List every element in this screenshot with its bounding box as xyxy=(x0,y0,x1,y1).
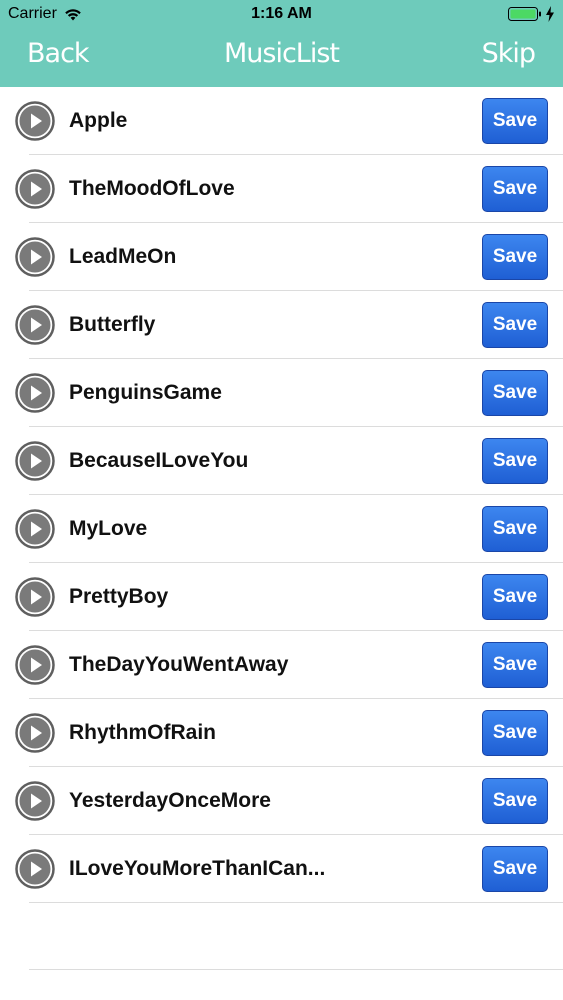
save-button[interactable]: Save xyxy=(482,370,548,416)
play-icon xyxy=(15,305,55,345)
save-button[interactable]: Save xyxy=(482,778,548,824)
song-title: YesterdayOnceMore xyxy=(69,789,271,812)
play-button[interactable] xyxy=(15,373,55,413)
save-button[interactable]: Save xyxy=(482,302,548,348)
list-divider xyxy=(29,969,563,970)
song-title: RhythmOfRain xyxy=(69,721,216,744)
list-item[interactable]: LeadMeOn Save xyxy=(0,223,563,291)
nav-bar: Back MusicList Skip xyxy=(0,30,563,87)
play-button[interactable] xyxy=(15,441,55,481)
list-item[interactable]: BecauseILoveYou Save xyxy=(0,427,563,495)
play-button[interactable] xyxy=(15,101,55,141)
save-button[interactable]: Save xyxy=(482,166,548,212)
play-button[interactable] xyxy=(15,577,55,617)
song-title: LeadMeOn xyxy=(69,245,177,268)
play-icon xyxy=(15,237,55,277)
play-button[interactable] xyxy=(15,509,55,549)
play-button[interactable] xyxy=(15,305,55,345)
play-button[interactable] xyxy=(15,849,55,889)
play-icon xyxy=(15,509,55,549)
list-item[interactable]: TheMoodOfLove Save xyxy=(0,155,563,223)
battery-indicator xyxy=(508,6,555,22)
song-title: TheDayYouWentAway xyxy=(69,653,289,676)
play-button[interactable] xyxy=(15,713,55,753)
list-item[interactable]: Butterfly Save xyxy=(0,291,563,359)
list-item[interactable]: YesterdayOnceMore Save xyxy=(0,767,563,835)
list-item[interactable]: Apple Save xyxy=(0,87,563,155)
save-button[interactable]: Save xyxy=(482,642,548,688)
list-item[interactable]: TheDayYouWentAway Save xyxy=(0,631,563,699)
save-button[interactable]: Save xyxy=(482,846,548,892)
play-icon xyxy=(15,169,55,209)
play-icon xyxy=(15,849,55,889)
play-icon xyxy=(15,101,55,141)
save-button[interactable]: Save xyxy=(482,438,548,484)
status-bar: Carrier 1:16 AM xyxy=(0,0,563,30)
page-title: MusicList xyxy=(223,38,340,69)
list-item[interactable]: PenguinsGame Save xyxy=(0,359,563,427)
skip-button[interactable]: Skip xyxy=(482,38,536,69)
list-item[interactable]: PrettyBoy Save xyxy=(0,563,563,631)
save-button[interactable]: Save xyxy=(482,234,548,280)
play-icon xyxy=(15,713,55,753)
list-item[interactable]: RhythmOfRain Save xyxy=(0,699,563,767)
song-title: ILoveYouMoreThanICan... xyxy=(69,857,326,880)
music-list: Apple Save TheMoodOfLove Save LeadMeOn Save Bu… xyxy=(0,87,563,903)
play-icon xyxy=(15,577,55,617)
song-title: TheMoodOfLove xyxy=(69,177,235,200)
save-button[interactable]: Save xyxy=(482,506,548,552)
list-item[interactable]: MyLove Save xyxy=(0,495,563,563)
song-title: PrettyBoy xyxy=(69,585,169,608)
app-screen: Carrier 1:16 AM Back MusicList Skip Appl… xyxy=(0,0,563,1000)
header: Carrier 1:16 AM Back MusicList Skip xyxy=(0,0,563,87)
song-title: MyLove xyxy=(69,517,148,540)
song-title: PenguinsGame xyxy=(69,381,222,404)
save-button[interactable]: Save xyxy=(482,98,548,144)
song-title: BecauseILoveYou xyxy=(69,449,249,472)
play-icon xyxy=(15,781,55,821)
play-icon xyxy=(15,645,55,685)
song-title: Apple xyxy=(69,109,128,132)
battery-full-icon xyxy=(508,6,542,22)
status-time: 1:16 AM xyxy=(251,5,312,22)
play-icon xyxy=(15,441,55,481)
list-item[interactable]: ILoveYouMoreThanICan... Save xyxy=(0,835,563,903)
play-icon xyxy=(15,373,55,413)
song-title: Butterfly xyxy=(69,313,156,336)
play-button[interactable] xyxy=(15,169,55,209)
play-button[interactable] xyxy=(15,781,55,821)
save-button[interactable]: Save xyxy=(482,710,548,756)
charging-bolt-icon xyxy=(545,6,555,22)
play-button[interactable] xyxy=(15,237,55,277)
play-button[interactable] xyxy=(15,645,55,685)
save-button[interactable]: Save xyxy=(482,574,548,620)
